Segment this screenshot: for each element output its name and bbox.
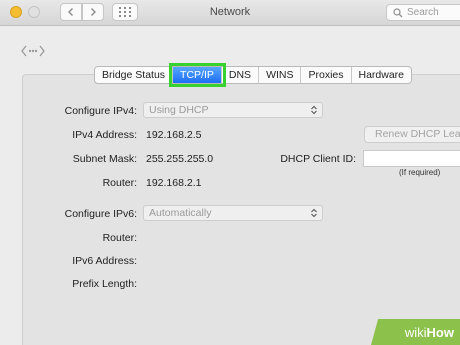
back-to-network-list-icon[interactable] [20, 42, 46, 60]
tab-bar: Bridge Status TCP/IP DNS WINS Proxies Ha… [94, 63, 413, 87]
watermark-how: How [426, 324, 454, 340]
ipv4-address-value: 192.168.2.5 [146, 129, 202, 141]
subnet-mask-value: 255.255.255.0 [146, 153, 214, 165]
watermark-wiki: wiki [404, 324, 427, 340]
tab-bridge-status[interactable]: Bridge Status [95, 67, 174, 83]
configure-ipv4-select[interactable]: Using DHCP [143, 102, 323, 118]
tab-wins[interactable]: WINS [259, 67, 302, 83]
tab-dns[interactable]: DNS [222, 67, 260, 83]
configure-ipv6-value: Automatically [149, 207, 212, 219]
tab-proxies[interactable]: Proxies [301, 67, 352, 83]
dhcp-client-id-label: DHCP Client ID: [280, 153, 356, 165]
tab-hardware[interactable]: Hardware [352, 67, 412, 83]
ipv6-router-label: Router: [102, 232, 137, 244]
prefix-length-label: Prefix Length: [72, 278, 137, 290]
renew-dhcp-lease-button[interactable]: Renew DHCP Lease [364, 126, 460, 143]
configure-ipv6-label: Configure IPv6: [64, 208, 137, 220]
configure-ipv6-select[interactable]: Automatically [143, 205, 323, 221]
search-field[interactable] [386, 4, 460, 21]
chevron-updown-icon [311, 105, 317, 115]
subnet-mask-label: Subnet Mask: [72, 153, 137, 165]
search-icon [393, 7, 403, 17]
configure-ipv4-label: Configure IPv4: [64, 105, 137, 117]
chevron-updown-icon [311, 208, 317, 218]
tab-tcp-ip[interactable]: TCP/IP [169, 63, 226, 87]
wikihow-watermark: wiki How [371, 319, 460, 345]
dhcp-client-id-field[interactable] [363, 150, 460, 167]
ipv4-address-label: IPv4 Address: [72, 129, 137, 141]
title-bar: Network [0, 0, 460, 26]
ipv4-router-value: 192.168.2.1 [146, 177, 202, 189]
dhcp-client-id-hint: (If required) [399, 168, 441, 177]
ipv4-router-label: Router: [102, 177, 137, 189]
configure-ipv4-value: Using DHCP [149, 104, 209, 116]
search-input[interactable] [407, 7, 457, 18]
ipv6-address-label: IPv6 Address: [72, 255, 137, 267]
